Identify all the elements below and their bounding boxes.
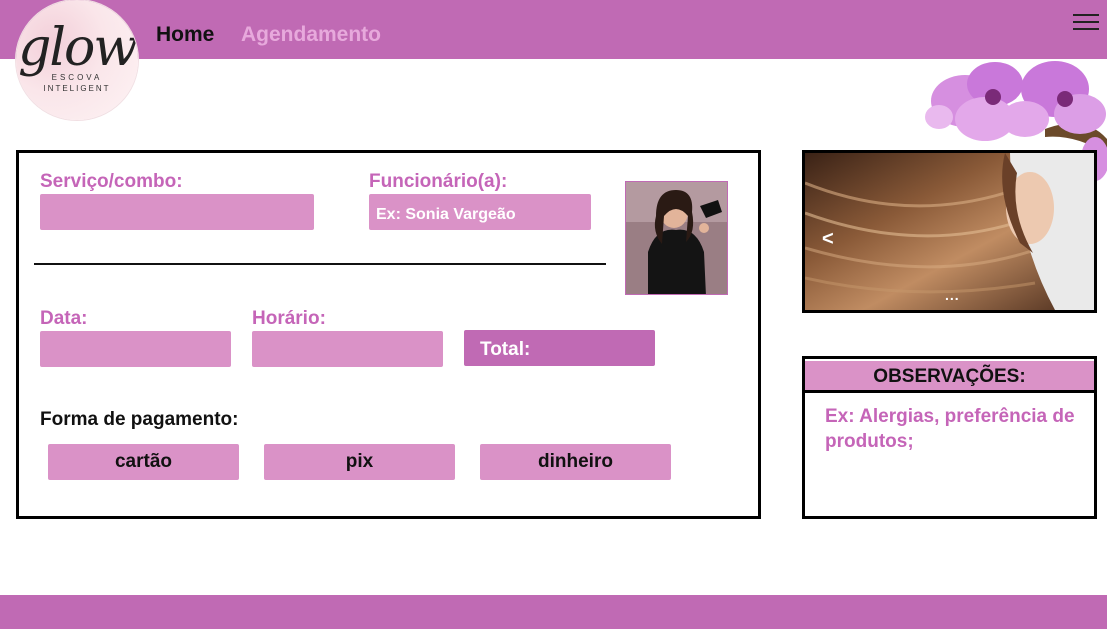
data-input[interactable]: [40, 331, 231, 367]
total-label: Total:: [480, 339, 531, 360]
nav-agendamento-link[interactable]: Agendamento: [241, 23, 381, 47]
funcionario-label: Funcionário(a):: [369, 171, 508, 192]
horario-label: Horário:: [252, 308, 326, 329]
payment-cartao-button[interactable]: cartão: [48, 444, 239, 480]
observacoes-placeholder: Ex: Alergias, preferência de produtos;: [825, 406, 1075, 452]
footer-bar: [0, 595, 1107, 629]
glow-logo[interactable]: glow ESCOVA INTELIGENT: [16, 0, 138, 120]
observacoes-title: OBSERVAÇÕES:: [805, 361, 1094, 393]
data-label: Data:: [40, 308, 88, 329]
form-divider: [34, 263, 606, 265]
carousel-dots-indicator[interactable]: ...: [945, 287, 960, 303]
logo-subtitle-1: ESCOVA: [51, 73, 103, 82]
horario-input[interactable]: [252, 331, 443, 367]
carousel-prev-button[interactable]: <: [822, 228, 834, 251]
payment-title: Forma de pagamento:: [40, 409, 239, 430]
funcionario-placeholder: Ex: Sonia Vargeão: [376, 206, 516, 223]
servico-input[interactable]: [40, 194, 314, 230]
servico-label: Serviço/combo:: [40, 171, 183, 192]
payment-pix-button[interactable]: pix: [264, 444, 455, 480]
logo-script-text: glow: [18, 18, 138, 78]
nav-home-link[interactable]: Home: [156, 23, 214, 47]
logo-subtitle-2: INTELIGENT: [43, 84, 111, 93]
employee-photo: [625, 181, 728, 295]
payment-dinheiro-button[interactable]: dinheiro: [480, 444, 671, 480]
hamburger-menu-icon[interactable]: [1073, 12, 1099, 32]
